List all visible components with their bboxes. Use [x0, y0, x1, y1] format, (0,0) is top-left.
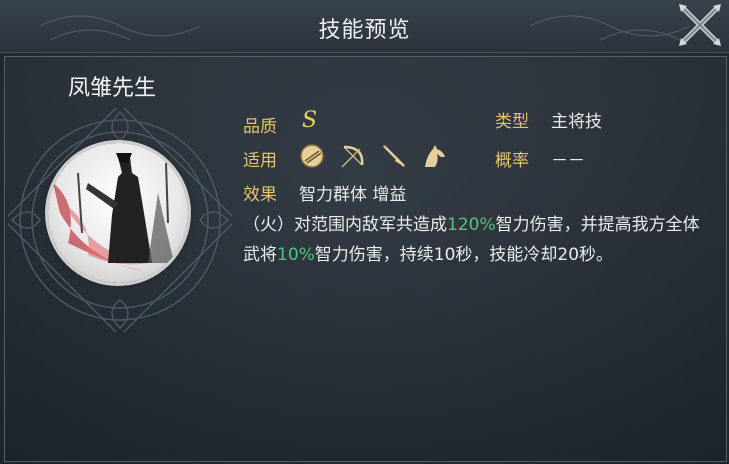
skill-name: 凤雏先生: [68, 76, 157, 101]
effect-value: 智力群体 增益: [299, 185, 407, 205]
close-button[interactable]: [675, 0, 725, 50]
desc-text-1: （火）对范围内敌军共造成: [243, 215, 447, 235]
strategist-silhouette-icon: [53, 153, 174, 271]
bow-icon: [341, 145, 364, 168]
desc-text-3: 智力伤害，持续10秒，技能冷却20秒。: [314, 245, 614, 265]
effect-label: 效果: [243, 185, 277, 205]
damage-percent: 120%: [447, 215, 496, 235]
skill-portrait: [48, 143, 188, 283]
rate-value: －－: [551, 151, 585, 171]
shield-icon: [300, 144, 324, 168]
quality-grade: S: [302, 108, 318, 133]
applies-label: 适用: [243, 151, 277, 171]
rate-label: 概率: [495, 151, 529, 171]
skill-description: （火）对范围内敌军共造成120%智力伤害，并提高我方全体武将10%智力伤害，持续…: [243, 210, 713, 270]
page-title: 技能预览: [318, 18, 411, 43]
close-icon: [679, 4, 721, 46]
spear-icon: [383, 145, 405, 167]
quality-label: 品质: [243, 117, 277, 137]
buff-percent: 10%: [277, 245, 315, 265]
horse-icon: [425, 145, 445, 167]
type-label: 类型: [495, 112, 529, 132]
type-value: 主将技: [551, 112, 602, 132]
title-bar: 技能预览: [0, 0, 729, 53]
